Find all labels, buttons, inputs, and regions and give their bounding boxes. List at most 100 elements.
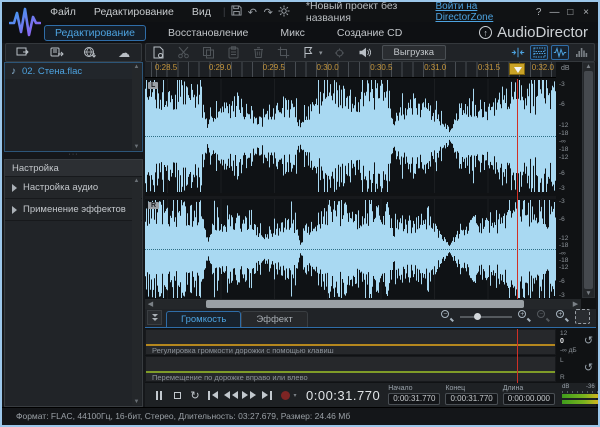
settings-scrollbar[interactable]: ▲ ▼ <box>132 178 141 405</box>
waveform-channel-left[interactable]: L <box>145 79 556 193</box>
end-value[interactable]: 0:00:31.770 <box>445 393 498 405</box>
zoom-out-icon[interactable]: − <box>441 310 454 323</box>
file-info: Формат: FLAC, 44100Гц, 16-бит, Стерео, Д… <box>16 411 351 421</box>
start-value[interactable]: 0:00:31.770 <box>388 393 441 405</box>
tab-create-cd[interactable]: Создание CD <box>327 26 412 40</box>
waveform-view-icon[interactable] <box>551 45 569 60</box>
scroll-right-icon[interactable]: ▶ <box>570 300 581 308</box>
scrollbar-thumb[interactable] <box>584 71 593 289</box>
scrollbar-track[interactable] <box>156 300 570 308</box>
vertical-zoom-out-icon[interactable]: − <box>537 310 550 323</box>
toolbar-left-group: ☁ <box>5 43 142 62</box>
go-to-start-button[interactable] <box>204 387 222 403</box>
collapse-panel-button[interactable] <box>147 310 162 325</box>
delete-icon[interactable] <box>250 45 266 60</box>
marker-icon[interactable] <box>300 45 316 60</box>
length-value[interactable]: 0:00:00.000 <box>502 393 555 405</box>
file-settings-icon[interactable] <box>150 45 166 60</box>
scroll-down-icon[interactable]: ▼ <box>585 290 591 297</box>
directorzone-download-icon[interactable] <box>82 45 98 60</box>
fit-to-screen-button[interactable] <box>575 309 590 324</box>
rewind-button[interactable] <box>222 387 240 403</box>
settings-item-effects[interactable]: Применение эффектов <box>5 199 142 221</box>
speaker-icon[interactable] <box>357 45 373 60</box>
minimize-button[interactable]: — <box>547 7 563 18</box>
zoom-in-icon[interactable]: + <box>518 310 531 323</box>
scroll-down-icon[interactable]: ▼ <box>134 144 140 150</box>
volume-lane[interactable]: Регулировка громкости дорожки с помощью … <box>145 329 556 355</box>
playhead-line <box>517 329 518 383</box>
scroll-left-icon[interactable]: ◀ <box>145 300 156 308</box>
close-button[interactable]: × <box>578 7 594 18</box>
help-button[interactable]: ? <box>531 7 547 18</box>
marker-caret-icon[interactable]: ▾ <box>319 49 323 57</box>
end-label: Конец <box>445 385 466 392</box>
redo-icon[interactable]: ↷ <box>260 6 276 19</box>
spectral-view-icon[interactable] <box>572 45 590 60</box>
keyframe-marker-icon[interactable] <box>332 45 348 60</box>
tab-volume[interactable]: Громкость <box>166 311 242 327</box>
go-to-end-button[interactable] <box>258 387 276 403</box>
menu-file[interactable]: Файл <box>41 6 85 18</box>
tab-restore[interactable]: Восстановление <box>158 26 258 40</box>
tab-edit[interactable]: Редактирование <box>44 24 146 41</box>
settings-item-label: Применение эффектов <box>23 204 126 215</box>
panel-splitter[interactable]: ··· <box>4 151 143 159</box>
menu-view[interactable]: Вид <box>183 6 220 18</box>
scroll-down-icon[interactable]: ▼ <box>134 399 140 405</box>
scrollbar-thumb[interactable] <box>206 300 524 308</box>
settings-item-label: Настройка аудио <box>23 182 99 193</box>
waveform-channel-right[interactable]: R <box>145 196 556 299</box>
maximize-button[interactable]: □ <box>562 7 578 18</box>
zoom-slider-thumb[interactable] <box>474 312 481 320</box>
ruler-tick: 0:29.5 <box>262 63 285 72</box>
tab-mix[interactable]: Микс <box>270 26 315 40</box>
paste-icon[interactable] <box>225 45 241 60</box>
end-field-group: Конец 0:00:31.770 <box>445 385 498 405</box>
record-button[interactable]: ▾ <box>280 387 298 403</box>
trim-icon[interactable] <box>275 45 291 60</box>
time-ruler[interactable]: 0:28.5 0:29.0 0:29.5 0:30.0 0:30.5 0:31.… <box>145 62 556 78</box>
import-media-icon[interactable] <box>15 45 31 60</box>
channel-badge-right: R <box>148 202 160 209</box>
menu-edit[interactable]: Редактирование <box>85 6 183 18</box>
snap-icon[interactable] <box>509 45 527 60</box>
stop-button[interactable] <box>168 387 186 403</box>
pan-lane[interactable]: Перемещение по дорожке вправо или влево <box>145 356 556 382</box>
waveform-vertical-scrollbar[interactable]: ▲ ▼ <box>582 62 595 298</box>
vertical-zoom-in-icon[interactable]: + <box>556 310 569 323</box>
settings-item-audio[interactable]: Настройка аудио <box>5 177 142 199</box>
ruler-tick: 0:31.0 <box>424 63 447 72</box>
upload-button[interactable]: Выгрузка <box>381 45 447 60</box>
forward-button[interactable] <box>240 387 258 403</box>
pause-button[interactable] <box>150 387 168 403</box>
meter-scale: dB -36 0 <box>561 384 595 390</box>
save-icon[interactable] <box>229 5 245 19</box>
cloud-icon[interactable]: ☁ <box>116 45 132 60</box>
playhead-line[interactable] <box>517 79 518 299</box>
titlebar-separator: | <box>222 6 226 18</box>
region-view-icon[interactable] <box>530 45 548 60</box>
expand-arrow-icon <box>12 205 17 214</box>
directorzone-link[interactable]: Войти на DirectorZone <box>435 2 530 23</box>
export-library-icon[interactable] <box>49 45 65 60</box>
scroll-up-icon[interactable]: ▲ <box>134 64 140 70</box>
loop-button[interactable]: ↻ <box>186 387 204 403</box>
volume-reset-icon[interactable]: ↺ <box>581 329 596 355</box>
copy-icon[interactable] <box>200 45 216 60</box>
scroll-up-icon[interactable]: ▲ <box>585 63 591 70</box>
pan-reset-icon[interactable]: ↺ <box>581 356 596 382</box>
tab-effect[interactable]: Эффект <box>241 311 308 327</box>
media-scrollbar[interactable]: ▲ ▼ <box>132 64 141 150</box>
scroll-up-icon[interactable]: ▲ <box>134 178 140 184</box>
cut-icon[interactable] <box>175 45 191 60</box>
settings-gear-icon[interactable] <box>276 5 292 20</box>
media-item[interactable]: ♪ 02. Стена.flac <box>5 63 142 79</box>
undo-icon[interactable]: ↶ <box>244 6 260 19</box>
zoom-slider[interactable] <box>460 312 512 322</box>
volume-lane-scale: 12 0 -∞ дБ <box>560 330 577 354</box>
record-caret-icon[interactable]: ▾ <box>293 392 296 399</box>
titlebar: Файл Редактирование Вид | ↶ ↷ *Новый про… <box>2 2 598 37</box>
waveform-horizontal-scrollbar[interactable]: ◀ ▶ <box>145 299 581 309</box>
playhead-flag[interactable] <box>509 63 525 75</box>
